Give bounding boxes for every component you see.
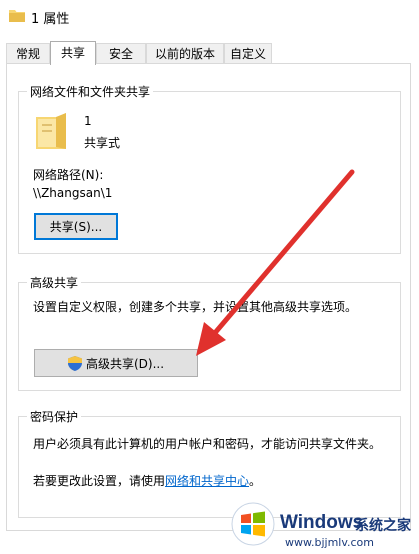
password-protection-legend: 密码保护	[27, 408, 82, 425]
watermark-site-name: 系统之家	[355, 518, 411, 534]
window-title: 1 属性	[31, 12, 70, 27]
tab-sharing[interactable]: 共享	[50, 41, 96, 65]
uac-shield-icon	[67, 355, 82, 371]
share-button-label: 共享(S)...	[49, 220, 103, 234]
network-path-value[interactable]: \\Zhangsan\1	[33, 186, 112, 200]
change-setting-suffix: 。	[249, 474, 262, 488]
tab-customize[interactable]: 自定义	[224, 43, 272, 63]
watermark-brand: Windows	[280, 512, 364, 533]
tab-general[interactable]: 常规	[6, 43, 50, 63]
advanced-sharing-legend: 高级共享	[27, 274, 82, 291]
change-setting-text: 若要更改此设置，请使用网络和共享中心。	[33, 472, 261, 489]
folder-name: 1	[84, 114, 92, 128]
tab-previous-versions[interactable]: 以前的版本	[146, 43, 224, 63]
tab-security[interactable]: 安全	[96, 43, 146, 63]
network-sharing-center-link[interactable]: 网络和共享中心	[165, 474, 249, 488]
network-sharing-legend: 网络文件和文件夹共享	[27, 83, 154, 100]
password-protection-description: 用户必须具有此计算机的用户帐户和密码，才能访问共享文件夹。	[33, 437, 382, 451]
watermark-url: www.bjjmlv.com	[285, 536, 374, 549]
watermark: Windows 系统之家 www.bjjmlv.com	[230, 498, 419, 554]
network-path-label: 网络路径(N):	[33, 168, 104, 182]
advanced-sharing-button[interactable]: 高级共享(D)...	[34, 349, 198, 377]
share-status: 共享式	[84, 136, 121, 150]
windows-logo-icon	[231, 502, 275, 546]
advanced-sharing-description: 设置自定义权限，创建多个共享，并设置其他高级共享选项。	[33, 300, 358, 314]
shared-folder-icon	[36, 113, 66, 149]
title-bar: 1 属性	[0, 0, 419, 32]
advanced-sharing-button-label: 高级共享(D)...	[85, 356, 165, 371]
tab-strip: 常规 共享 安全 以前的版本 自定义	[0, 41, 419, 65]
change-setting-prefix: 若要更改此设置，请使用	[33, 474, 166, 488]
folder-icon	[9, 10, 25, 22]
share-button[interactable]: 共享(S)...	[34, 213, 118, 240]
